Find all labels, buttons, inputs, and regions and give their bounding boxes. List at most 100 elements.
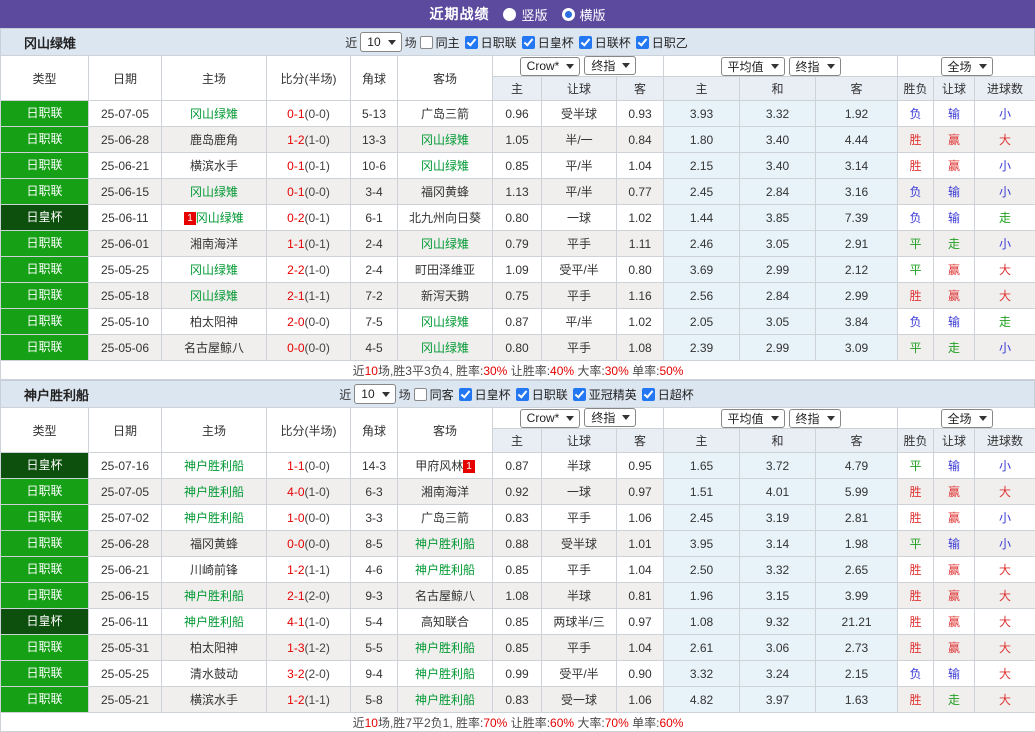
avg-home: 2.45: [664, 505, 740, 531]
league-badge: 日皇杯: [1, 609, 88, 634]
league-checkbox[interactable]: [642, 388, 655, 401]
league-label: 日皇杯: [538, 34, 574, 51]
match-score: 2-1(2-0): [267, 583, 351, 609]
select-fullmatch[interactable]: 全场: [941, 409, 993, 428]
col-result-handicap: 让球: [934, 77, 975, 101]
league-checkbox[interactable]: [459, 388, 472, 401]
select-bookmaker[interactable]: Crow*: [520, 57, 581, 76]
away-team[interactable]: 湘南海洋: [398, 479, 493, 505]
league-cell: 日职联: [1, 309, 89, 335]
away-team[interactable]: 北九州向日葵: [398, 205, 493, 231]
avg-away: 2.15: [816, 661, 898, 687]
away-team[interactable]: 神户胜利船: [398, 557, 493, 583]
corner-score: 5-4: [351, 609, 398, 635]
home-team[interactable]: 冈山绿雉: [162, 179, 267, 205]
league-cell: 日皇杯: [1, 453, 89, 479]
away-team[interactable]: 神户胜利船: [398, 661, 493, 687]
avg-home: 2.15: [664, 153, 740, 179]
away-team[interactable]: 甲府风林1: [398, 453, 493, 479]
league-checkbox[interactable]: [516, 388, 529, 401]
away-team[interactable]: 神户胜利船: [398, 531, 493, 557]
match-date: 25-06-15: [89, 583, 162, 609]
select-fullmatch[interactable]: 全场: [941, 57, 993, 76]
home-team[interactable]: 福冈黄蜂: [162, 531, 267, 557]
away-team[interactable]: 新泻天鹅: [398, 283, 493, 309]
odds-away: 1.06: [617, 687, 664, 713]
radio-vertical-icon[interactable]: [503, 8, 516, 21]
league-checkbox[interactable]: [522, 36, 535, 49]
corner-score: 2-4: [351, 231, 398, 257]
table-row: 日职联 25-05-21 横滨水手 1-2(1-1) 5-8 神户胜利船 0.8…: [1, 687, 1035, 713]
away-team[interactable]: 冈山绿雉: [398, 231, 493, 257]
select-average[interactable]: 平均值: [721, 409, 785, 428]
away-team[interactable]: 广岛三箭: [398, 505, 493, 531]
col-odds-handicap: 让球: [542, 77, 617, 101]
home-team[interactable]: 1冈山绿雉: [162, 205, 267, 231]
league-checkbox[interactable]: [465, 36, 478, 49]
home-team[interactable]: 鹿岛鹿角: [162, 127, 267, 153]
topbar: 近期战绩 竖版 横版: [0, 0, 1035, 28]
select-odds-time[interactable]: 终指: [584, 408, 636, 427]
home-team[interactable]: 湘南海洋: [162, 231, 267, 257]
odds-home: 0.75: [493, 283, 542, 309]
select-avg-time[interactable]: 终指: [789, 409, 841, 428]
home-team[interactable]: 横滨水手: [162, 687, 267, 713]
result-wdl: 胜: [898, 127, 934, 153]
home-team[interactable]: 柏太阳神: [162, 309, 267, 335]
home-team[interactable]: 冈山绿雉: [162, 101, 267, 127]
select-avg-time[interactable]: 终指: [789, 57, 841, 76]
away-team[interactable]: 冈山绿雉: [398, 335, 493, 361]
home-team[interactable]: 冈山绿雉: [162, 257, 267, 283]
away-team[interactable]: 福冈黄蜂: [398, 179, 493, 205]
league-checkbox[interactable]: [573, 388, 586, 401]
away-team[interactable]: 冈山绿雉: [398, 153, 493, 179]
home-team[interactable]: 横滨水手: [162, 153, 267, 179]
away-team[interactable]: 高知联合: [398, 609, 493, 635]
odds-home: 0.80: [493, 335, 542, 361]
table-row: 日职联 25-06-15 冈山绿雉 0-1(0-0) 3-4 福冈黄蜂 1.13…: [1, 179, 1035, 205]
home-team[interactable]: 清水鼓动: [162, 661, 267, 687]
home-team[interactable]: 神户胜利船: [162, 453, 267, 479]
table-row: 日职联 25-05-31 柏太阳神 1-3(1-2) 5-5 神户胜利船 0.8…: [1, 635, 1035, 661]
result-goals: 大: [975, 127, 1035, 153]
away-team[interactable]: 神户胜利船: [398, 687, 493, 713]
away-team[interactable]: 冈山绿雉: [398, 309, 493, 335]
select-average[interactable]: 平均值: [721, 57, 785, 76]
away-team[interactable]: 町田泽维亚: [398, 257, 493, 283]
table-row: 日职联 25-05-10 柏太阳神 2-0(0-0) 7-5 冈山绿雉 0.87…: [1, 309, 1035, 335]
select-rounds[interactable]: 10: [354, 384, 395, 404]
home-team[interactable]: 神户胜利船: [162, 583, 267, 609]
team2-results-table: 类型 日期 主场 比分(半场) 角球 客场 Crow*终指 平均值终指 全场 主…: [0, 407, 1035, 732]
home-team[interactable]: 神户胜利船: [162, 609, 267, 635]
table-row: 日职联 25-05-25 冈山绿雉 2-2(1-0) 2-4 町田泽维亚 1.0…: [1, 257, 1035, 283]
radio-horizontal[interactable]: 横版: [562, 5, 606, 24]
away-team[interactable]: 广岛三箭: [398, 101, 493, 127]
home-team[interactable]: 冈山绿雉: [162, 283, 267, 309]
away-team[interactable]: 冈山绿雉: [398, 127, 493, 153]
home-team[interactable]: 神户胜利船: [162, 505, 267, 531]
league-label: 日职乙: [652, 34, 688, 51]
same-home-checkbox[interactable]: [420, 36, 433, 49]
select-rounds[interactable]: 10: [360, 32, 401, 52]
chevron-down-icon: [827, 64, 835, 69]
league-checkbox[interactable]: [579, 36, 592, 49]
home-team[interactable]: 名古屋鲸八: [162, 335, 267, 361]
match-score: 0-2(0-1): [267, 205, 351, 231]
same-away-checkbox[interactable]: [414, 388, 427, 401]
corner-score: 5-13: [351, 101, 398, 127]
select-bookmaker[interactable]: Crow*: [520, 409, 581, 428]
away-team[interactable]: 神户胜利船: [398, 635, 493, 661]
away-team[interactable]: 名古屋鲸八: [398, 583, 493, 609]
avg-away: 1.98: [816, 531, 898, 557]
radio-horizontal-icon[interactable]: [562, 8, 575, 21]
match-score: 0-1(0-0): [267, 179, 351, 205]
home-team[interactable]: 川崎前锋: [162, 557, 267, 583]
league-checkbox[interactable]: [636, 36, 649, 49]
home-team[interactable]: 神户胜利船: [162, 479, 267, 505]
select-odds-time[interactable]: 终指: [584, 56, 636, 75]
home-team[interactable]: 柏太阳神: [162, 635, 267, 661]
avg-home: 2.45: [664, 179, 740, 205]
odds-handicap: 平手: [542, 335, 617, 361]
radio-vertical[interactable]: 竖版: [503, 5, 547, 24]
team1-control-bar: 冈山绿雉 近 10 场 同主 日职联 日皇杯 日联杯 日职乙: [0, 28, 1035, 55]
